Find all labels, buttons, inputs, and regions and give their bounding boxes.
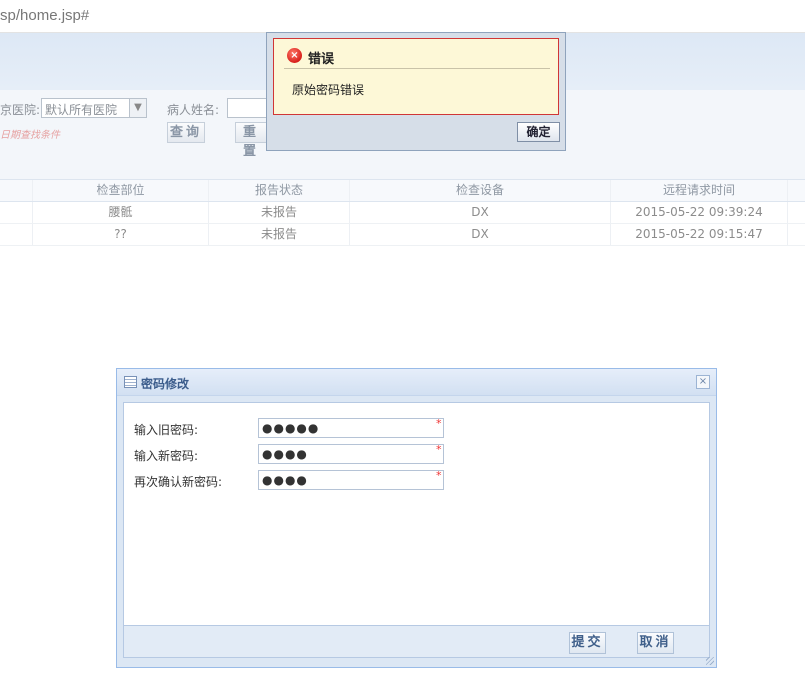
column-header-request-time[interactable]: 远程请求时间 [611,180,788,201]
column-header-device[interactable]: 检查设备 [350,180,611,201]
reset-button[interactable]: 重置 [235,122,267,159]
column-header[interactable] [0,180,33,201]
hospital-label: 京医院: [0,103,41,117]
error-panel: × 错误 原始密码错误 [273,38,559,115]
form-icon [124,376,137,388]
required-mark: * [436,443,442,456]
error-message: 原始密码错误 [292,83,365,97]
password-dialog-title: 密码修改 [141,377,190,391]
table-cell: DX [350,202,611,223]
column-header-body-part[interactable]: 检查部位 [33,180,209,201]
error-title: 错误 [308,52,335,67]
hospital-select[interactable]: 默认所有医院 ▼ [41,98,147,118]
table-cell: ?? [33,224,209,245]
required-mark: * [436,417,442,430]
close-icon[interactable]: × [696,375,710,389]
confirm-password-field[interactable]: ●●●● [258,470,444,490]
table-cell: 2015-05-22 09:15:47 [611,224,788,245]
new-password-label: 输入新密码: [134,449,199,463]
required-mark: * [436,469,442,482]
grid-header: 检查部位 报告状态 检查设备 远程请求时间 [0,179,805,202]
table-cell [0,224,33,245]
address-bar[interactable]: sp/home.jsp# [0,0,805,33]
password-form: 输入旧密码: ●●●●● * 输入新密码: ●●●● * 再次确认新密码: ●●… [123,402,710,626]
filter-hint: 日期查找条件 [0,130,60,141]
table-row[interactable]: 腰骶 未报告 DX 2015-05-22 09:39:24 [0,202,805,224]
table-cell: 2015-05-22 09:39:24 [611,202,788,223]
table-cell: 未报告 [209,224,350,245]
resize-handle[interactable] [706,657,714,665]
confirm-password-label: 再次确认新密码: [134,475,223,489]
old-password-field[interactable]: ●●●●● [258,418,444,438]
table-cell [0,202,33,223]
table-cell: 腰骶 [33,202,209,223]
column-header-report-status[interactable]: 报告状态 [209,180,350,201]
chevron-down-icon[interactable]: ▼ [129,99,146,117]
table-cell: DX [350,224,611,245]
password-dialog-header[interactable]: 密码修改 × [117,369,716,396]
patient-name-label: 病人姓名: [167,103,220,117]
table-cell: 未报告 [209,202,350,223]
error-icon: × [287,48,302,63]
old-password-label: 输入旧密码: [134,423,199,437]
error-dialog: × 错误 原始密码错误 确定 [266,32,566,151]
hospital-select-value: 默认所有医院 [45,103,118,117]
url-text[interactable]: sp/home.jsp# [0,7,89,24]
divider [284,68,550,69]
password-dialog-footer: 提交 取消 [123,626,710,658]
cancel-button[interactable]: 取消 [637,632,674,654]
submit-button[interactable]: 提交 [569,632,606,654]
table-row[interactable]: ?? 未报告 DX 2015-05-22 09:15:47 [0,224,805,246]
password-dialog: 密码修改 × 输入旧密码: ●●●●● * 输入新密码: ●●●● * 再次确认… [116,368,717,668]
new-password-field[interactable]: ●●●● [258,444,444,464]
ok-button[interactable]: 确定 [517,122,560,142]
query-button[interactable]: 查询 [167,122,205,143]
